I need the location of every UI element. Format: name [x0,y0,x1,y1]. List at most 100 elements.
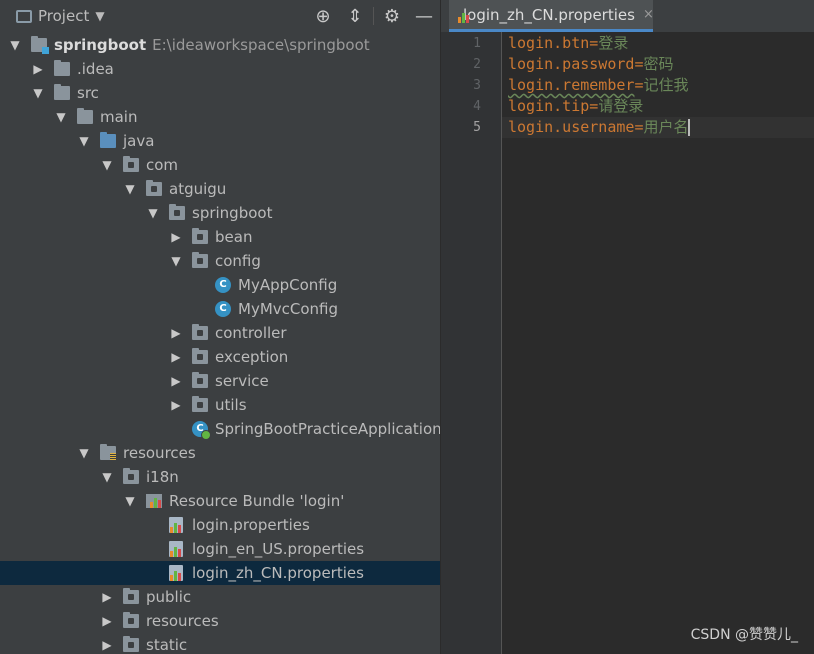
collapsed-arrow-icon[interactable]: ▶ [100,585,114,609]
tree-item[interactable]: ▶ exception [0,345,440,369]
tree-item-label: springboot E:\ideaworkspace\springboot [54,33,370,57]
expanded-arrow-icon[interactable]: ▼ [169,249,183,273]
text-cursor [688,119,691,136]
tree-item[interactable]: ▶ resources [0,609,440,633]
tree-item[interactable]: ▶ controller [0,321,440,345]
resource-bundle-icon [146,494,162,508]
collapsed-arrow-icon[interactable]: ▶ [169,369,183,393]
package-icon [169,204,185,220]
property-key: login.tip [508,97,590,115]
tree-item[interactable]: ▼ com [0,153,440,177]
tree-item-label: atguigu [169,180,227,198]
collapsed-arrow-icon[interactable]: ▶ [31,57,45,81]
expanded-arrow-icon[interactable]: ▼ [123,489,137,513]
expanded-arrow-icon[interactable]: ▼ [31,81,45,105]
chevron-down-icon[interactable]: ▼ [95,9,104,23]
tree-item[interactable]: ▼ Resource Bundle 'login' [0,489,440,513]
tree-item-label: Resource Bundle 'login' [169,492,345,510]
package-icon [123,156,139,172]
collapsed-arrow-icon[interactable]: ▶ [169,345,183,369]
tree-item[interactable]: ▼ config [0,249,440,273]
tree-item[interactable]: ▶ bean [0,225,440,249]
tree-item[interactable]: ▼ main [0,105,440,129]
tree-item[interactable]: ▼ java [0,129,440,153]
tree-item[interactable]: ▶ utils [0,393,440,417]
tree-item-label: bean [215,228,253,246]
tree-item[interactable]: ▼ resources [0,441,440,465]
properties-file-icon [169,517,183,533]
tree-item-label: springboot [192,204,273,222]
tree-item-label: src [77,84,99,102]
tree-item[interactable]: ▶ service [0,369,440,393]
property-separator: = [589,97,599,115]
tree-item-label: MyAppConfig [238,276,338,294]
project-toolbar: ⊕ ⇕ ⚙ — [307,0,440,32]
tree-item-label: public [146,588,192,606]
tree-item[interactable]: C SpringBootPracticeApplication [0,417,440,441]
expanded-arrow-icon[interactable]: ▼ [100,465,114,489]
editor-tab-bar: login_zh_CN.properties × [441,0,814,32]
expanded-arrow-icon[interactable]: ▼ [77,129,91,153]
collapsed-arrow-icon[interactable]: ▶ [100,609,114,633]
code-line[interactable]: login.tip=请登录 [508,96,643,117]
close-icon[interactable]: × [643,7,654,22]
tree-item-label: .idea [77,60,114,78]
tree-item-label: static [146,636,188,654]
expanded-arrow-icon[interactable]: ▼ [123,177,137,201]
code-line[interactable]: login.btn=登录 [508,33,628,54]
collapsed-arrow-icon[interactable]: ▶ [169,393,183,417]
tree-item[interactable]: ▶ .idea [0,57,440,81]
package-icon [123,612,139,628]
expanded-arrow-icon[interactable]: ▼ [8,33,22,57]
tree-item-label: config [215,252,261,270]
expanded-arrow-icon[interactable]: ▼ [100,153,114,177]
minimize-icon[interactable]: — [408,6,440,27]
locate-icon[interactable]: ⊕ [307,6,339,27]
project-panel: Project ▼ ⊕ ⇕ ⚙ — ▼ springboot E:\ideawork… [0,0,441,654]
project-view-icon [16,9,32,23]
property-value: 登录 [598,34,629,52]
package-icon [123,636,139,652]
tab-login-zh-cn-properties[interactable]: login_zh_CN.properties × [449,0,654,32]
line-number: 1 [473,36,481,51]
collapse-icon[interactable]: ⇕ [339,6,371,27]
tree-item[interactable]: login_zh_CN.properties [0,561,440,585]
expanded-arrow-icon[interactable]: ▼ [146,201,160,225]
tree-item[interactable]: ▼ springboot [0,201,440,225]
tree-item-label: login.properties [192,516,310,534]
tree-item[interactable]: C MyMvcConfig [0,297,440,321]
tree-item-label: login_en_US.properties [192,540,365,558]
tree-item-label: exception [215,348,289,366]
package-icon [146,180,162,196]
expanded-arrow-icon[interactable]: ▼ [77,441,91,465]
code-line[interactable]: login.password=密码 [508,54,673,75]
property-key: login.remember [508,76,635,94]
expanded-arrow-icon[interactable]: ▼ [54,105,68,129]
tree-item[interactable]: ▼ atguigu [0,177,440,201]
tree-item[interactable]: login_en_US.properties [0,537,440,561]
tree-item[interactable]: login.properties [0,513,440,537]
tree-item[interactable]: ▼ src [0,81,440,105]
tree-item[interactable]: ▶ public [0,585,440,609]
tree-item-label: controller [215,324,287,342]
tree-item[interactable]: C MyAppConfig [0,273,440,297]
collapsed-arrow-icon[interactable]: ▶ [169,321,183,345]
tree-item-label: java [123,132,155,150]
project-path: E:\ideaworkspace\springboot [152,36,370,54]
collapsed-arrow-icon[interactable]: ▶ [100,633,114,654]
project-view-title[interactable]: Project [38,7,89,25]
tree-item-label: SpringBootPracticeApplication [215,420,441,438]
tree-item[interactable]: ▼ springboot E:\ideaworkspace\springboot [0,33,440,57]
package-icon [192,228,208,244]
tree-item[interactable]: ▶ static [0,633,440,654]
tree-item[interactable]: ▼ i18n [0,465,440,489]
source-folder-icon [100,132,116,148]
gear-icon[interactable]: ⚙ [376,6,408,27]
code-line[interactable]: login.username=用户名 [508,117,691,138]
folder-icon [54,84,70,100]
editor-pane: login_zh_CN.properties × 1 2 3 4 5 login.btn… [441,0,814,654]
class-icon: C [215,301,231,317]
collapsed-arrow-icon[interactable]: ▶ [169,225,183,249]
tree-item-label: main [100,108,138,126]
code-line[interactable]: login.remember=记住我 [508,75,688,96]
